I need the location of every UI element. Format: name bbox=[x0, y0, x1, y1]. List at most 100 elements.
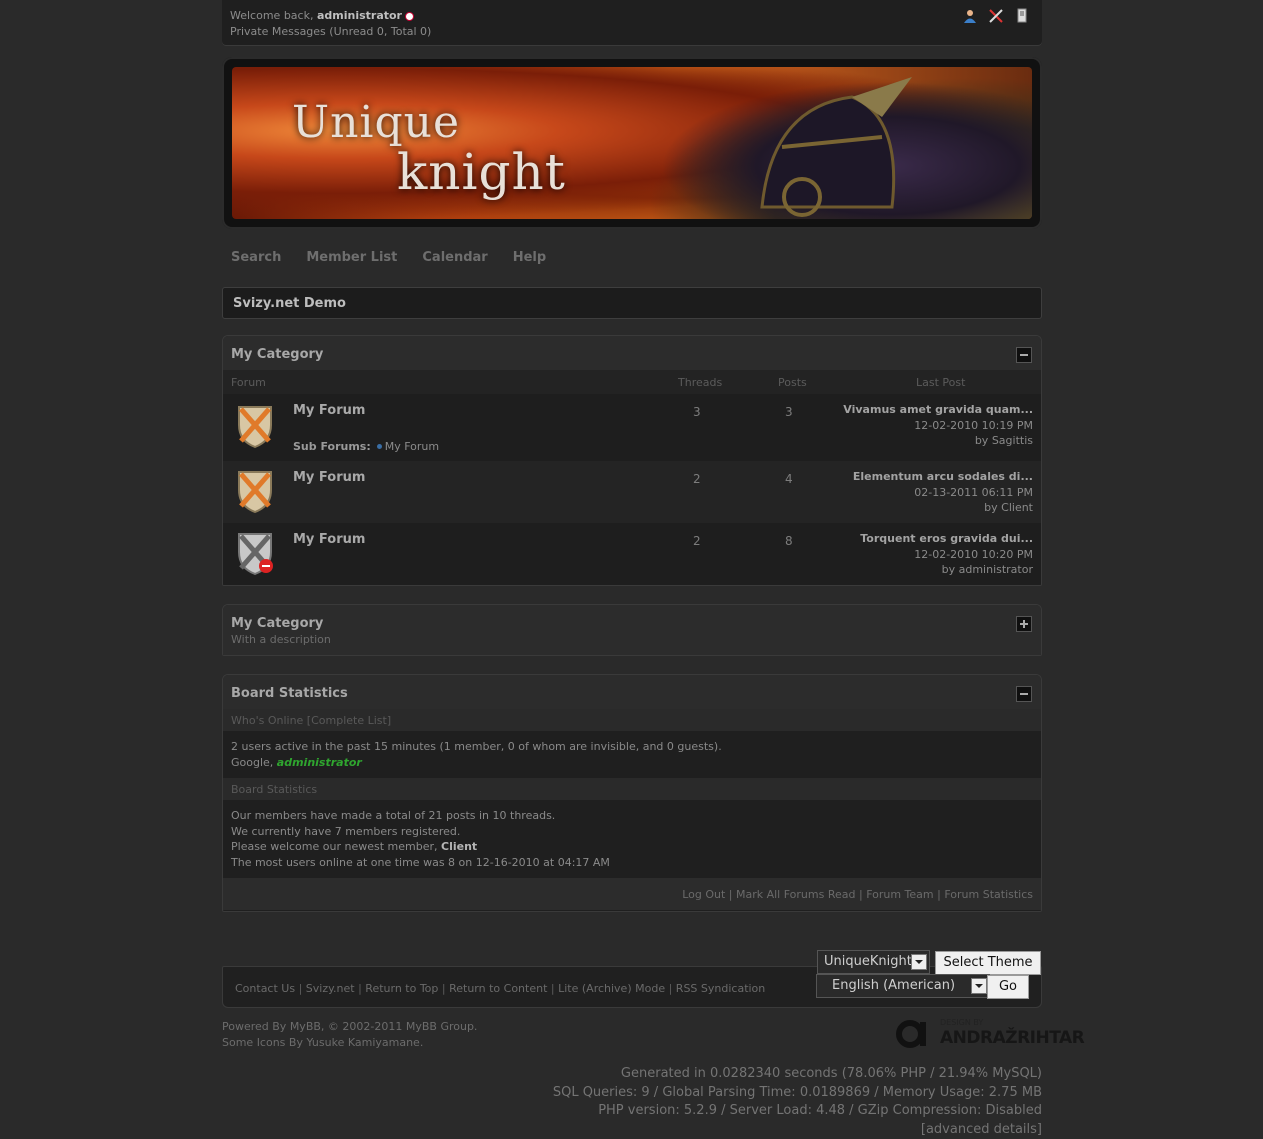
thread-count: 3 bbox=[693, 405, 701, 419]
forum-team-link[interactable]: Forum Team bbox=[866, 888, 933, 901]
debug-info: Generated in 0.0282340 seconds (78.06% P… bbox=[552, 1066, 1042, 1137]
collapse-icon[interactable] bbox=[1016, 686, 1032, 702]
thread-count: 2 bbox=[693, 472, 701, 486]
bottom-links: Contact Us | Svizy.net | Return to Top |… bbox=[235, 982, 766, 995]
nav-calendar[interactable]: Calendar bbox=[422, 250, 487, 265]
banner-image: Unique knight bbox=[232, 67, 1032, 219]
stats-header: Board Statistics bbox=[223, 675, 1041, 709]
category-title[interactable]: My Category bbox=[231, 616, 323, 631]
stats-footer: Log Out | Mark All Forums Read | Forum T… bbox=[223, 878, 1041, 910]
whos-online-link[interactable]: Who's Online [Complete List] bbox=[231, 714, 391, 727]
user-cp-icon[interactable] bbox=[962, 8, 978, 24]
forum-link[interactable]: My Forum bbox=[293, 532, 365, 547]
forum-statistics-link[interactable]: Forum Statistics bbox=[944, 888, 1033, 901]
stats-title: Board Statistics bbox=[231, 686, 348, 701]
last-post: Elementum arcu sodales di... 02-13-2011 … bbox=[853, 469, 1033, 516]
column-headers: Forum Threads Posts Last Post bbox=[223, 370, 1041, 394]
stats-footer-links: Log Out | Mark All Forums Read | Forum T… bbox=[682, 888, 1033, 901]
site-link[interactable]: Svizy.net bbox=[306, 982, 355, 995]
last-post-link[interactable]: Vivamus amet gravida quam... bbox=[843, 403, 1033, 416]
last-post-author[interactable]: by Client bbox=[984, 501, 1033, 514]
collapse-icon[interactable] bbox=[1016, 347, 1032, 363]
select-theme-button[interactable]: Select Theme bbox=[935, 951, 1041, 975]
private-messages-link[interactable]: Private Messages (Unread 0, Total 0) bbox=[230, 25, 431, 38]
return-top-link[interactable]: Return to Top bbox=[365, 982, 438, 995]
category-header: My Category With a description bbox=[223, 605, 1041, 655]
helmet-shape bbox=[760, 77, 912, 217]
category-title[interactable]: My Category bbox=[231, 347, 323, 362]
forum-link[interactable]: My Forum bbox=[293, 403, 365, 418]
forum-link[interactable]: My Forum bbox=[293, 470, 365, 485]
mark-read-link[interactable]: Mark All Forums Read bbox=[736, 888, 856, 901]
go-button[interactable]: Go bbox=[987, 975, 1029, 999]
last-post-author[interactable]: by administrator bbox=[942, 563, 1033, 576]
nav-help[interactable]: Help bbox=[513, 250, 546, 265]
breadcrumb: Svizy.net Demo bbox=[222, 287, 1042, 319]
col-forum: Forum bbox=[231, 376, 266, 389]
whos-online-header: Who's Online [Complete List] bbox=[223, 709, 1041, 731]
chevron-down-icon bbox=[911, 954, 927, 970]
main-nav: Search Member List Calendar Help bbox=[231, 250, 546, 265]
forum-on-icon bbox=[231, 466, 279, 514]
sub-forum-link[interactable]: My Forum bbox=[385, 440, 439, 453]
post-count: 8 bbox=[785, 534, 793, 548]
powered-by: Powered By MyBB, © 2002-2011 MyBB Group.… bbox=[222, 1020, 478, 1049]
board-statistics-box: Board Statistics Who's Online [Complete … bbox=[222, 674, 1042, 912]
welcome-text: Welcome back, administrator bbox=[230, 9, 414, 22]
logo-line-2: knight bbox=[397, 143, 566, 201]
board-stats-body: Our members have made a total of 21 post… bbox=[223, 800, 1041, 878]
breadcrumb-home[interactable]: Svizy.net Demo bbox=[233, 296, 346, 311]
designer-mark-icon bbox=[896, 1020, 926, 1048]
last-post-author[interactable]: by Sagittis bbox=[975, 434, 1033, 447]
thread-count: 2 bbox=[693, 534, 701, 548]
forum-row: My Forum 2 8 Torquent eros gravida dui..… bbox=[223, 523, 1041, 585]
forum-locked-icon bbox=[231, 528, 279, 576]
board-stats-header: Board Statistics bbox=[223, 778, 1041, 800]
contact-us-link[interactable]: Contact Us bbox=[235, 982, 295, 995]
user-icons bbox=[962, 8, 1030, 24]
expand-icon[interactable] bbox=[1016, 616, 1032, 632]
forum-on-icon bbox=[231, 401, 279, 449]
nav-search[interactable]: Search bbox=[231, 250, 281, 265]
whos-online-body: 2 users active in the past 15 minutes (1… bbox=[223, 731, 1041, 778]
last-post-date: 12-02-2010 10:20 PM bbox=[914, 547, 1033, 561]
admin-cp-icon[interactable] bbox=[988, 8, 1004, 24]
lite-mode-link[interactable]: Lite (Archive) Mode bbox=[558, 982, 665, 995]
header-banner[interactable]: Unique knight bbox=[222, 57, 1042, 229]
status-dot-icon bbox=[404, 11, 414, 21]
last-post-date: 12-02-2010 10:19 PM bbox=[914, 418, 1033, 432]
language-select[interactable]: English (American) bbox=[816, 974, 990, 998]
logout-icon[interactable] bbox=[1014, 8, 1030, 24]
sub-forum-bullet-icon bbox=[376, 444, 382, 449]
category-box-1: My Category Forum Threads Posts Last Pos… bbox=[222, 335, 1042, 586]
theme-select[interactable]: UniqueKnight bbox=[817, 950, 930, 974]
col-threads: Threads bbox=[678, 376, 723, 389]
forum-row: My Forum 2 4 Elementum arcu sodales di..… bbox=[223, 461, 1041, 523]
user-bar: Welcome back, administrator Private Mess… bbox=[222, 0, 1042, 46]
last-post: Torquent eros gravida dui... 12-02-2010 … bbox=[860, 531, 1033, 578]
return-content-link[interactable]: Return to Content bbox=[449, 982, 547, 995]
chevron-down-icon bbox=[971, 978, 987, 994]
forum-row: My Forum Sub Forums: My Forum 3 3 Vivamus… bbox=[223, 394, 1041, 461]
sub-forums: Sub Forums: My Forum bbox=[293, 440, 440, 453]
category-description: With a description bbox=[231, 633, 331, 646]
newest-member-link[interactable]: Client bbox=[441, 840, 477, 853]
logout-link[interactable]: Log Out bbox=[682, 888, 725, 901]
last-post: Vivamus amet gravida quam... 12-02-2010 … bbox=[843, 402, 1033, 449]
logo-line-1: Unique bbox=[292, 97, 461, 148]
advanced-details-link[interactable]: [advanced details] bbox=[921, 1122, 1042, 1137]
rss-link[interactable]: RSS Syndication bbox=[676, 982, 765, 995]
last-post-link[interactable]: Elementum arcu sodales di... bbox=[853, 470, 1033, 483]
col-last-post: Last Post bbox=[916, 376, 966, 389]
category-box-2: My Category With a description bbox=[222, 604, 1042, 656]
category-header: My Category bbox=[223, 336, 1041, 370]
last-post-date: 02-13-2011 06:11 PM bbox=[914, 485, 1033, 499]
online-member-link[interactable]: administrator bbox=[277, 756, 362, 769]
designer-logo[interactable]: DESIGN BY ANDRAŽRIHTAR bbox=[896, 1016, 1085, 1050]
col-posts: Posts bbox=[778, 376, 807, 389]
post-count: 4 bbox=[785, 472, 793, 486]
username-link[interactable]: administrator bbox=[317, 9, 402, 22]
nav-member-list[interactable]: Member List bbox=[306, 250, 397, 265]
post-count: 3 bbox=[785, 405, 793, 419]
last-post-link[interactable]: Torquent eros gravida dui... bbox=[860, 532, 1033, 545]
